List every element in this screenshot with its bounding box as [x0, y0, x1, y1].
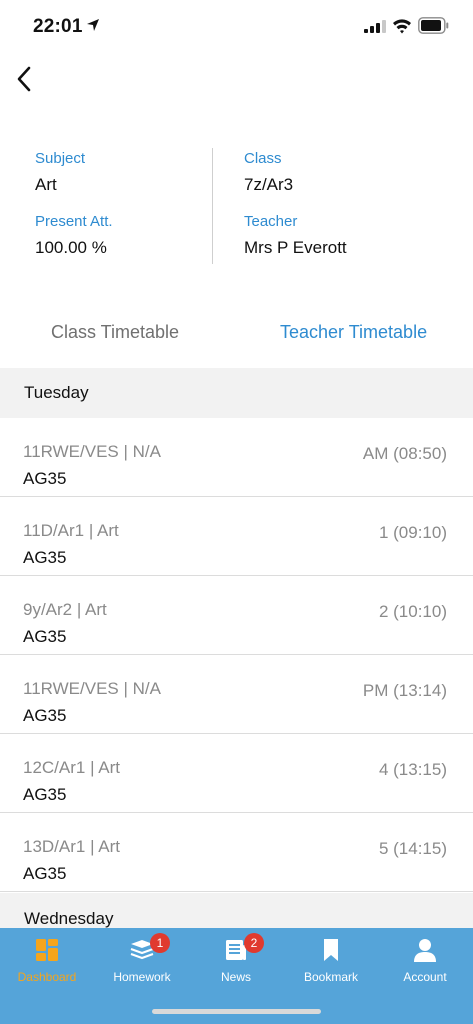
lesson-row[interactable]: 13D/Ar1 | Art AG35 5 (14:15) [0, 813, 473, 892]
lesson-title: 12C/Ar1 | Art [23, 758, 121, 777]
homework-badge: 1 [150, 933, 170, 953]
tab-account-label: Account [403, 970, 447, 984]
tab-dashboard-label: Dashboard [17, 970, 77, 984]
teacher-label: Teacher [244, 213, 298, 230]
subject-value: Art [35, 175, 57, 194]
lesson-row[interactable]: 11RWE/VES | N/A AG35 AM (08:50) [0, 418, 473, 497]
class-label: Class [244, 150, 282, 167]
tab-bookmark-label: Bookmark [303, 970, 359, 984]
cellular-signal-icon [364, 20, 386, 33]
lesson-room: AG35 [23, 548, 67, 567]
day-label: Tuesday [24, 383, 89, 402]
lesson-title: 13D/Ar1 | Art [23, 837, 121, 856]
home-indicator [152, 1009, 321, 1014]
tab-account[interactable]: Account [378, 928, 472, 998]
lesson-title: 11RWE/VES | N/A [23, 679, 161, 698]
status-bar: 22:01 [0, 0, 473, 52]
lesson-room: AG35 [23, 469, 67, 488]
tab-homework[interactable]: 1 Homework [95, 928, 189, 998]
tab-news[interactable]: 2 News [189, 928, 283, 998]
attendance-value: 100.00 % [35, 238, 107, 257]
lesson-time: PM (13:14) [362, 681, 447, 700]
lesson-info: Subject Art Present Att. 100.00 % Class … [0, 148, 473, 268]
day-header-wednesday: Wednesday [0, 893, 473, 928]
class-value: 7z/Ar3 [244, 175, 294, 194]
day-header-tuesday: Tuesday [0, 368, 473, 418]
person-icon [414, 939, 436, 962]
lesson-time: 1 (09:10) [378, 523, 447, 542]
lesson-row[interactable]: 12C/Ar1 | Art AG35 4 (13:15) [0, 734, 473, 813]
lesson-list: 11RWE/VES | N/A AG35 AM (08:50) 11D/Ar1 … [0, 418, 473, 892]
location-arrow-icon [87, 19, 99, 31]
tab-bookmark[interactable]: Bookmark [284, 928, 378, 998]
teacher-value: Mrs P Everott [244, 238, 347, 257]
lesson-room: AG35 [23, 627, 67, 646]
tab-homework-label: Homework [113, 970, 171, 984]
lesson-row[interactable]: 9y/Ar2 | Art AG35 2 (10:10) [0, 576, 473, 655]
tab-news-label: News [220, 970, 251, 984]
day-label: Wednesday [24, 909, 114, 928]
lesson-time: 4 (13:15) [378, 760, 447, 779]
wifi-icon [393, 19, 411, 34]
lesson-title: 11RWE/VES | N/A [23, 442, 161, 461]
chevron-left-icon [17, 66, 31, 92]
bookmark-icon [324, 939, 338, 961]
lesson-row[interactable]: 11RWE/VES | N/A AG35 PM (13:14) [0, 655, 473, 734]
lesson-time: 5 (14:15) [378, 839, 447, 858]
status-time: 22:01 [33, 16, 83, 37]
tab-dashboard[interactable]: Dashboard [0, 928, 94, 998]
lesson-room: AG35 [23, 864, 67, 883]
news-badge: 2 [244, 933, 264, 953]
lesson-title: 9y/Ar2 | Art [23, 600, 107, 619]
battery-icon [418, 17, 449, 34]
tab-teacher-timetable[interactable]: Teacher Timetable [280, 322, 427, 343]
info-divider [212, 148, 213, 264]
dashboard-icon [36, 939, 58, 961]
subject-label: Subject [35, 150, 86, 167]
lesson-row[interactable]: 11D/Ar1 | Art AG35 1 (09:10) [0, 497, 473, 576]
lesson-room: AG35 [23, 706, 67, 725]
back-button[interactable] [12, 62, 38, 96]
timetable-tabs: Class Timetable Teacher Timetable [0, 314, 473, 354]
lesson-title: 11D/Ar1 | Art [23, 521, 119, 540]
tab-class-timetable[interactable]: Class Timetable [51, 322, 179, 343]
lesson-time: 2 (10:10) [378, 602, 447, 621]
lesson-room: AG35 [23, 785, 67, 804]
lesson-time: AM (08:50) [362, 444, 447, 463]
attendance-label: Present Att. [35, 213, 113, 230]
